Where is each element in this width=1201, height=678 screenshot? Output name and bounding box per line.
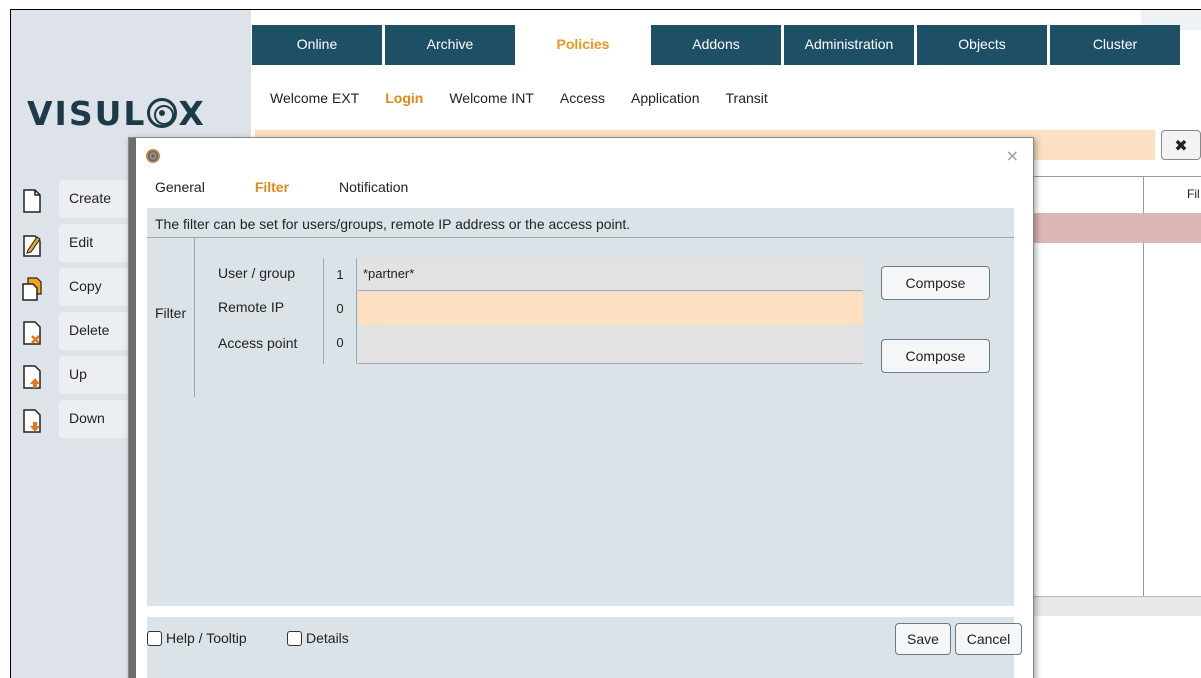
move-up-button[interactable]: Up: [11, 356, 131, 396]
background-column-header: Fil: [1187, 187, 1200, 201]
tab-policies[interactable]: Policies: [518, 25, 648, 65]
tab-notification[interactable]: Notification: [339, 179, 408, 195]
filter-info-text: The filter can be set for users/groups, …: [147, 208, 1014, 238]
delete-button-label: Delete: [59, 312, 131, 350]
access-point-compose-button[interactable]: Compose: [881, 339, 990, 373]
tab-online[interactable]: Online: [252, 25, 382, 65]
move-up-button-label: Up: [59, 356, 131, 394]
filter-group-label: Filter: [147, 238, 195, 397]
background-table-border: [1020, 176, 1201, 177]
details-checkbox[interactable]: Details: [287, 630, 349, 646]
background-selected-row[interactable]: [1024, 213, 1201, 243]
subtab-transit[interactable]: Transit: [726, 90, 768, 106]
dialog-tabs: General Filter Notification: [155, 179, 458, 195]
details-checkbox-box[interactable]: [287, 630, 302, 646]
tab-objects[interactable]: Objects: [917, 25, 1047, 65]
edit-button[interactable]: Edit: [11, 224, 131, 264]
user-group-field[interactable]: *partner*: [358, 258, 863, 291]
copy-document-icon: [22, 277, 42, 301]
help-tooltip-checkbox[interactable]: Help / Tooltip: [147, 630, 247, 646]
subtab-welcome-ext[interactable]: Welcome EXT: [270, 90, 359, 106]
app-icon: [146, 149, 160, 163]
filter-dialog: × General Filter Notification The filter…: [128, 137, 1034, 678]
subtab-access[interactable]: Access: [560, 90, 605, 106]
user-group-label: User / group: [218, 265, 296, 281]
visulox-logo: VISUL X: [27, 94, 206, 133]
dialog-body: The filter can be set for users/groups, …: [147, 208, 1014, 606]
edit-document-icon: [23, 235, 41, 257]
remote-ip-count: 0: [323, 292, 357, 326]
dialog-footer: Help / Tooltip Details Save Cancel: [147, 617, 1022, 678]
copy-button-label: Copy: [59, 268, 131, 306]
access-point-field[interactable]: [358, 326, 863, 364]
delete-document-icon: [23, 321, 41, 345]
move-up-icon: [23, 365, 41, 389]
tab-administration[interactable]: Administration: [784, 25, 914, 65]
background-scrollbar[interactable]: [1020, 596, 1201, 616]
help-tooltip-checkbox-box[interactable]: [147, 630, 162, 646]
cancel-button[interactable]: Cancel: [955, 623, 1022, 655]
user-group-count: 1: [323, 258, 357, 292]
logo-text-suffix: X: [178, 94, 206, 133]
tab-filter[interactable]: Filter: [255, 179, 289, 195]
save-button[interactable]: Save: [895, 623, 951, 655]
user-group-compose-button[interactable]: Compose: [881, 266, 990, 300]
remote-ip-label: Remote IP: [218, 299, 285, 315]
help-tooltip-label: Help / Tooltip: [166, 630, 247, 646]
remote-ip-field[interactable]: [358, 292, 863, 325]
access-point-label: Access point: [218, 335, 298, 351]
subtab-login[interactable]: Login: [385, 90, 423, 106]
dialog-close-icon[interactable]: ×: [1006, 146, 1019, 165]
details-label: Details: [306, 630, 349, 646]
sub-navigation: Welcome EXT Login Welcome INT Access App…: [270, 90, 794, 106]
document-icon: [23, 189, 41, 213]
tab-archive[interactable]: Archive: [385, 25, 515, 65]
move-down-button[interactable]: Down: [11, 400, 131, 440]
tab-addons[interactable]: Addons: [651, 25, 781, 65]
access-point-count: 0: [323, 326, 357, 364]
copy-button[interactable]: Copy: [11, 268, 131, 308]
delete-button[interactable]: Delete: [11, 312, 131, 352]
dialog-left-border: [129, 138, 136, 678]
edit-button-label: Edit: [59, 224, 131, 262]
background-close-button[interactable]: ✖: [1161, 130, 1201, 160]
top-navigation: Online Archive Policies Addons Administr…: [252, 25, 1180, 65]
create-button[interactable]: Create: [11, 180, 131, 220]
tab-cluster[interactable]: Cluster: [1050, 25, 1180, 65]
logo-circle-icon: [147, 98, 178, 128]
subtab-application[interactable]: Application: [631, 90, 700, 106]
subtab-welcome-int[interactable]: Welcome INT: [449, 90, 534, 106]
tab-general[interactable]: General: [155, 179, 205, 195]
move-down-button-label: Down: [59, 400, 131, 438]
create-button-label: Create: [59, 180, 131, 218]
logo-text-prefix: VISUL: [27, 94, 147, 133]
move-down-icon: [23, 409, 41, 433]
